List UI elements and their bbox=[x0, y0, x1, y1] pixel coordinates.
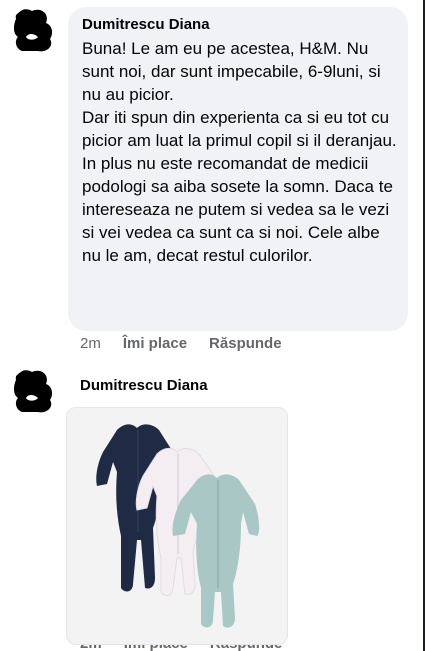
baby-sleepsuits-image bbox=[67, 408, 287, 644]
like-button[interactable]: Îmi place bbox=[124, 645, 188, 651]
comment-photo[interactable] bbox=[66, 407, 288, 645]
reply-button[interactable]: Răspunde bbox=[209, 335, 282, 355]
comment-author[interactable]: Dumitrescu Diana bbox=[82, 16, 210, 33]
comment-text: Buna! Le am eu pe acestea, H&M. Nu sunt … bbox=[82, 39, 397, 265]
avatar[interactable] bbox=[10, 368, 58, 416]
avatar[interactable] bbox=[10, 7, 58, 55]
comment-author[interactable]: Dumitrescu Diana bbox=[80, 377, 208, 394]
comment-actions-cutoff: 2m Îmi place Răspunde bbox=[80, 645, 282, 651]
user-silhouette-icon bbox=[10, 368, 58, 416]
user-silhouette-icon bbox=[10, 7, 58, 55]
comment-timestamp[interactable]: 2m bbox=[80, 645, 102, 651]
like-button[interactable]: Îmi place bbox=[123, 335, 187, 355]
comment-timestamp[interactable]: 2m bbox=[80, 335, 101, 355]
comment-actions: 2m Îmi place Răspunde bbox=[80, 335, 282, 355]
comment-bubble: Dumitrescu Diana Buna! Le am eu pe acest… bbox=[68, 7, 408, 331]
reply-button[interactable]: Răspunde bbox=[210, 645, 283, 651]
